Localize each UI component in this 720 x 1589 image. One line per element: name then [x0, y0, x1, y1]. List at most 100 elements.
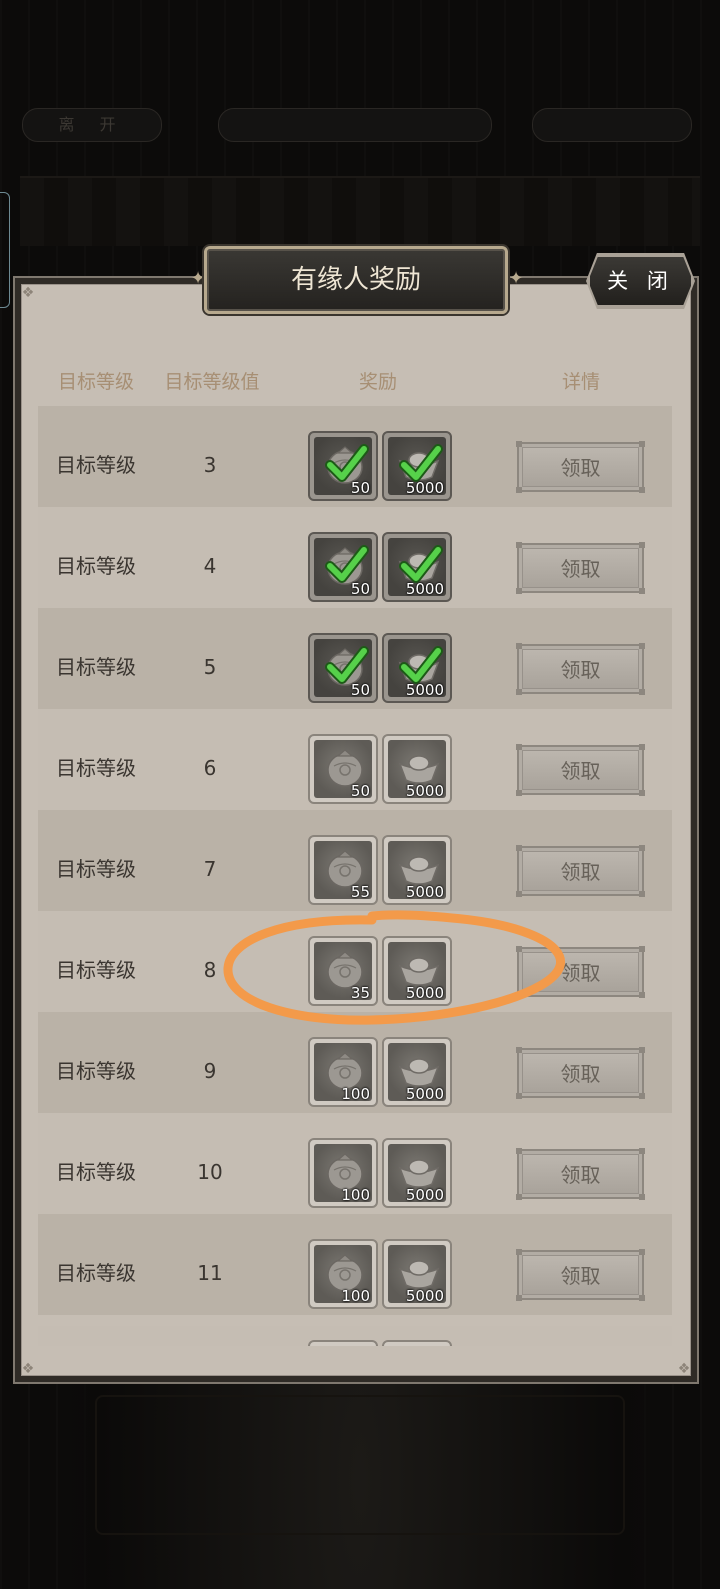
table-row: 目标等级 6 50 5000 领取 — [38, 709, 672, 810]
claim-button[interactable]: 领取 — [516, 1047, 645, 1099]
corner-ornament: ❖ — [21, 1361, 35, 1377]
button-corner — [516, 487, 522, 493]
reward-item-ingot[interactable]: 5000 — [382, 532, 452, 602]
row-level-value: 7 — [203, 857, 217, 881]
button-corner — [516, 845, 522, 851]
claim-button[interactable]: 领取 — [516, 744, 645, 796]
button-corner — [516, 542, 522, 548]
reward-item-ingot[interactable]: 5000 — [382, 1037, 452, 1107]
button-corner — [516, 790, 522, 796]
button-corner — [639, 487, 645, 493]
button-corner — [639, 992, 645, 998]
reward-item-pouch[interactable]: 50 — [308, 532, 378, 602]
button-corner — [639, 643, 645, 649]
reward-item-pouch[interactable]: 35 — [308, 936, 378, 1006]
reward-item-frame: 50 — [314, 639, 372, 699]
table-row: 目标等级 4 50 5000 领取 — [38, 507, 672, 608]
reward-item-frame: 100 — [314, 1245, 372, 1305]
reward-item-ingot[interactable]: 5000 — [382, 936, 452, 1006]
row-level-value: 3 — [203, 453, 217, 477]
button-corner — [639, 542, 645, 548]
button-corner — [639, 1295, 645, 1301]
button-corner — [516, 992, 522, 998]
background-decoration — [20, 176, 700, 246]
row-level-value: 5 — [203, 655, 217, 679]
reward-item-frame: 5000 — [388, 538, 446, 598]
top-bar: 离 开 — [0, 100, 720, 150]
claim-button[interactable]: 领取 — [516, 1148, 645, 1200]
reward-item-pouch[interactable]: 100 — [308, 1037, 378, 1107]
button-corner — [516, 1194, 522, 1200]
button-corner — [516, 1148, 522, 1154]
button-corner — [516, 1295, 522, 1301]
reward-item-frame: 35 — [314, 942, 372, 1002]
background-decoration-bottom — [95, 1395, 625, 1535]
header-details: 详情 — [561, 371, 600, 393]
top-right-button[interactable] — [532, 108, 692, 142]
table-row: 目标等级 9 100 5000 领取 — [38, 1012, 672, 1113]
reward-quantity: 5000 — [405, 984, 444, 1002]
row-label: 目标等级 — [56, 857, 136, 881]
button-corner — [516, 891, 522, 897]
row-label: 目标等级 — [56, 554, 136, 578]
reward-item-ingot[interactable]: 5000 — [382, 1239, 452, 1309]
row-label: 目标等级 — [56, 1059, 136, 1083]
claim-button[interactable]: 领取 — [516, 946, 645, 998]
row-label: 目标等级 — [56, 1261, 136, 1285]
reward-item-ingot[interactable]: 5000 — [382, 431, 452, 501]
table-header: 目标等级 目标等级值 奖励 详情 — [38, 362, 672, 402]
button-corner — [639, 744, 645, 750]
button-corner — [516, 1093, 522, 1099]
row-label: 目标等级 — [56, 655, 136, 679]
button-corner — [516, 1047, 522, 1053]
claim-button-label: 领取 — [522, 851, 639, 891]
corner-ornament: ❖ — [677, 1361, 691, 1377]
claim-button[interactable]: 领取 — [516, 441, 645, 493]
reward-quantity: 35 — [350, 984, 370, 1002]
reward-item-ingot[interactable]: 5000 — [382, 1138, 452, 1208]
top-center-button[interactable] — [218, 108, 492, 142]
button-corner — [639, 1093, 645, 1099]
reward-quantity: 100 — [341, 1085, 370, 1103]
reward-item-frame: 50 — [314, 538, 372, 598]
reward-quantity: 100 — [341, 1287, 370, 1305]
header-reward: 奖励 — [358, 371, 397, 393]
reward-item-frame: 100 — [314, 1144, 372, 1204]
reward-quantity: 50 — [350, 479, 370, 497]
claim-button[interactable]: 领取 — [516, 845, 645, 897]
row-level-value: 10 — [197, 1160, 223, 1184]
row-label: 目标等级 — [56, 453, 136, 477]
row-level-value: 6 — [203, 756, 217, 780]
claim-button-label: 领取 — [522, 1053, 639, 1093]
reward-list[interactable]: 目标等级 11 100 5000 领取 目标等级 10 100 5000 领取 目标等级 9 100 50… — [38, 406, 672, 1346]
reward-item-partial — [382, 1340, 452, 1346]
button-corner — [516, 744, 522, 750]
claim-button[interactable]: 领取 — [516, 643, 645, 695]
corner-ornament: ❖ — [21, 285, 35, 301]
reward-quantity: 50 — [350, 681, 370, 699]
button-corner — [516, 689, 522, 695]
side-frame — [0, 192, 10, 308]
reward-item-pouch[interactable]: 50 — [308, 633, 378, 703]
reward-item-ingot[interactable]: 5000 — [382, 734, 452, 804]
row-label: 目标等级 — [56, 756, 136, 780]
claim-button[interactable]: 领取 — [516, 1249, 645, 1301]
close-button[interactable]: 关 闭 — [588, 255, 693, 307]
reward-item-pouch[interactable]: 100 — [308, 1239, 378, 1309]
reward-item-pouch[interactable]: 50 — [308, 734, 378, 804]
claim-button-label: 领取 — [522, 1255, 639, 1295]
table-row: 目标等级 3 50 5000 领取 — [38, 406, 672, 507]
reward-item-pouch[interactable]: 50 — [308, 431, 378, 501]
reward-item-ingot[interactable]: 5000 — [382, 633, 452, 703]
reward-item-frame: 5000 — [388, 740, 446, 800]
button-corner — [516, 441, 522, 447]
leave-button[interactable]: 离 开 — [22, 108, 162, 142]
button-corner — [639, 946, 645, 952]
reward-item-pouch[interactable]: 55 — [308, 835, 378, 905]
button-corner — [639, 845, 645, 851]
button-corner — [639, 689, 645, 695]
reward-item-pouch[interactable]: 100 — [308, 1138, 378, 1208]
reward-item-ingot[interactable]: 5000 — [382, 835, 452, 905]
button-corner — [639, 891, 645, 897]
claim-button[interactable]: 领取 — [516, 542, 645, 594]
